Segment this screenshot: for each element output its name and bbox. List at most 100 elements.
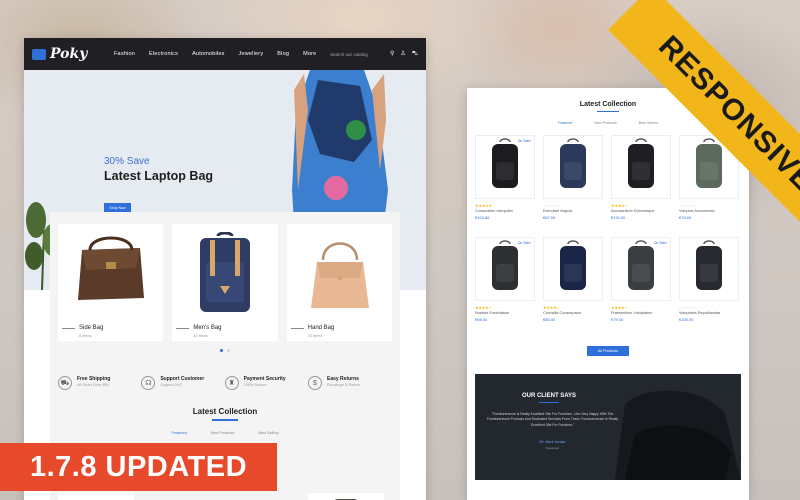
product-name[interactable]: Praesentium Voluptatum — [611, 311, 671, 315]
mens-bag-image — [200, 232, 251, 312]
collection-tabs: Featured New Products Best Selling — [50, 431, 400, 435]
product-card[interactable]: On Sale! ★★★★★ Consectetur Hampden €104.86 — [475, 135, 535, 230]
logo-mark-icon — [32, 48, 46, 60]
star-rating: ☆☆☆☆☆ — [679, 305, 696, 311]
feature-subtitle: 100% Secure — [243, 383, 267, 387]
user-icon[interactable]: ♙ — [400, 50, 405, 58]
product-name[interactable]: Voluptates Repudiandae — [679, 311, 739, 315]
headset-icon: ☊ — [141, 376, 156, 390]
feature-title: Payment Security — [243, 376, 286, 382]
product-price: €98.00 — [475, 317, 488, 323]
testimonial-role: Developer — [545, 446, 560, 450]
search-icon[interactable]: ⚲ — [390, 50, 394, 58]
shop-now-button[interactable]: Shop Now — [104, 203, 131, 212]
star-rating: ★★★★☆ — [475, 305, 492, 311]
nav-item-blog[interactable]: Blog — [277, 51, 289, 57]
product-card[interactable] — [58, 493, 134, 500]
feature-subtitle: Exchange & Return — [326, 383, 360, 387]
divider-line — [62, 328, 75, 329]
side-bag-image — [78, 236, 144, 300]
category-card[interactable]: Side Bag 6 Items — [58, 224, 164, 341]
on-sale-label: On Sale! — [517, 241, 531, 246]
return-icon: $ — [307, 376, 322, 390]
product-price: €104.86 — [475, 215, 490, 221]
cart-icon[interactable]: ⛍ — [412, 50, 418, 58]
title-underline — [212, 419, 238, 421]
product-image[interactable]: On Sale! — [475, 135, 535, 200]
product-image[interactable] — [679, 237, 739, 302]
nav-item-automobiles[interactable]: Automobiles — [192, 51, 224, 57]
feature-item: ⛟ Free Shipping All Order Over $99 — [58, 376, 140, 390]
nav-item-electronics[interactable]: Electronics — [149, 51, 178, 57]
backpack-image — [334, 499, 358, 500]
star-rating: ★★★★☆ — [611, 305, 628, 311]
feature-item: ☊ Support Customer Support 24/7 — [141, 376, 223, 390]
desktop-preview: Poky Fashion Electronics Automobiles Jew… — [24, 38, 426, 500]
title-underline — [539, 402, 559, 403]
backpack-image — [492, 240, 518, 291]
piggybank-icon: ♜ — [224, 376, 239, 390]
carousel-dot[interactable] — [220, 349, 223, 352]
product-image[interactable] — [543, 237, 603, 302]
product-card[interactable]: On Sale! ★★★★☆ Nostrud Exercitation €98.00 — [475, 237, 535, 332]
nav-item-jewellery[interactable]: Jewellery — [239, 51, 264, 57]
feature-title: Easy Returns — [326, 376, 359, 382]
category-name: Men's Bag — [193, 325, 222, 331]
testimonial-quote: "Furnitureneuse Is Really Excellent Site… — [486, 412, 619, 427]
main-menu: Fashion Electronics Automobiles Jeweller… — [114, 51, 316, 57]
product-name[interactable]: Consectetur Hampden — [475, 209, 535, 213]
category-name: Side Bag — [79, 325, 104, 331]
product-card[interactable]: On Sale! ★★★★☆ Praesentium Voluptatum €79.0… — [611, 237, 671, 332]
category-count: 15 Items — [193, 334, 208, 338]
product-card[interactable] — [308, 493, 384, 500]
logo-text: Poky — [50, 46, 88, 62]
feature-title: Support Customer — [160, 376, 205, 382]
backpack-image — [560, 240, 586, 291]
responsive-ribbon: RESPONSIVE — [608, 0, 800, 240]
store-logo[interactable]: Poky — [32, 46, 102, 62]
feature-strip: ⛟ Free Shipping All Order Over $99 ☊ Supp… — [50, 352, 400, 390]
all-products-button[interactable]: All Products — [587, 346, 629, 357]
category-count: 20 Items — [307, 334, 323, 338]
divider-line — [176, 328, 190, 329]
product-price: €105.00 — [679, 317, 694, 323]
category-name: Hand Bag — [307, 325, 335, 331]
category-card[interactable]: Hand Bag 20 Items — [286, 224, 392, 341]
product-price: €85.00 — [543, 317, 556, 323]
hand-bag-image — [310, 242, 369, 308]
version-badge: 1.7.8 UPDATED — [0, 443, 277, 491]
testimonial-section: OUR CLIENT SAYS "Furnitureneuse Is Reall… — [475, 374, 741, 480]
feature-item: ♜ Payment Security 100% Secure — [224, 376, 307, 390]
category-card[interactable]: Men's Bag 15 Items — [172, 224, 278, 341]
testimonial-title: OUR CLIENT SAYS — [521, 393, 577, 399]
product-card[interactable]: ★★★★☆ Convallis Consequatur €85.00 — [543, 237, 603, 332]
tab-featured[interactable]: Featured — [172, 431, 187, 435]
backpack-image — [492, 138, 518, 189]
category-count: 6 Items — [79, 334, 92, 338]
testimonial-author: Mr. Mark Jordan — [539, 440, 566, 444]
hero-kicker: 30% Save — [104, 156, 150, 167]
backpack-image — [696, 240, 722, 291]
nav-item-fashion[interactable]: Fashion — [114, 51, 135, 57]
product-card[interactable]: ☆☆☆☆☆ Voluptates Repudiandae €105.00 — [679, 237, 739, 332]
on-sale-label: On Sale! — [653, 241, 667, 246]
feature-item: $ Easy Returns Exchange & Return — [307, 376, 390, 390]
star-rating: ★★★★☆ — [543, 305, 560, 311]
search-input[interactable]: Search our catalog — [328, 48, 386, 60]
product-name[interactable]: Nostrud Exercitation — [475, 311, 535, 315]
product-name[interactable]: Convallis Consequatur — [543, 311, 603, 315]
responsive-ribbon-wrapper: RESPONSIVE — [560, 0, 800, 240]
divider-line — [290, 328, 304, 329]
feature-subtitle: Support 24/7 — [160, 383, 183, 387]
carousel-dot[interactable] — [227, 349, 230, 352]
latest-collection-title: Latest Collection — [192, 407, 258, 416]
product-image[interactable]: On Sale! — [475, 237, 535, 302]
feature-title: Free Shipping — [77, 376, 111, 382]
nav-item-more[interactable]: More — [303, 51, 316, 57]
tab-new-products[interactable]: New Products — [211, 431, 235, 435]
top-navigation-bar: Poky Fashion Electronics Automobiles Jew… — [24, 38, 426, 70]
truck-icon: ⛟ — [58, 376, 72, 390]
product-image[interactable]: On Sale! — [611, 237, 671, 302]
tab-best-selling[interactable]: Best Selling — [258, 431, 278, 435]
hero-title: Latest Laptop Bag — [104, 169, 214, 183]
